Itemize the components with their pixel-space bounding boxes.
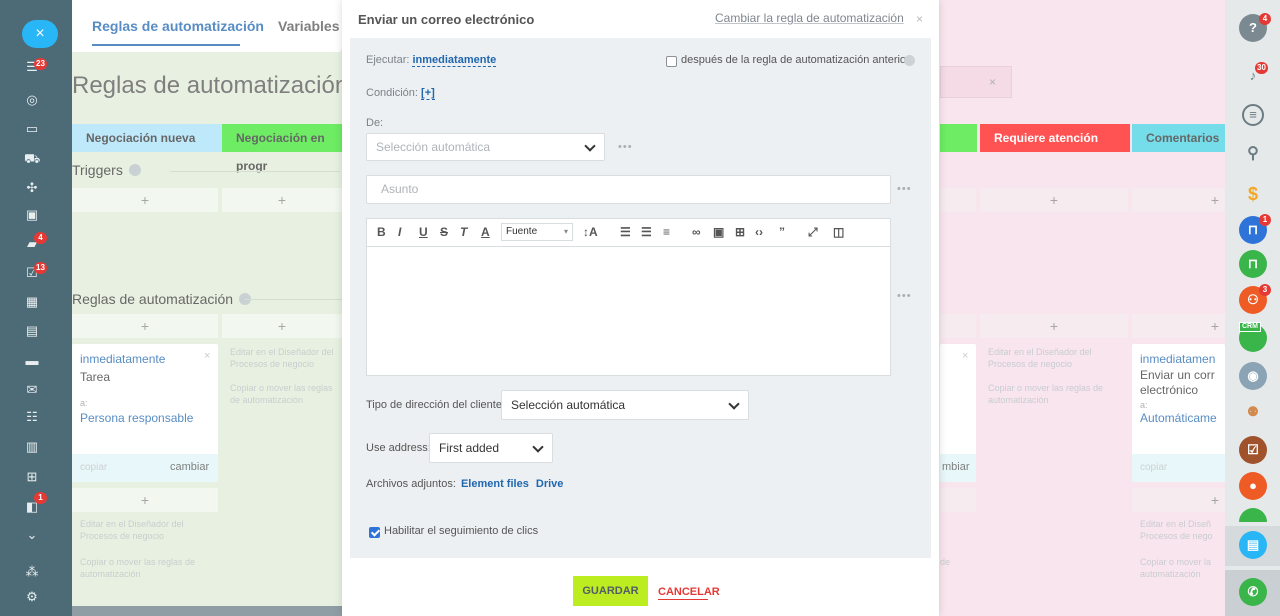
quote-icon[interactable]: ” [779,225,785,239]
save-button[interactable]: GUARDAR [573,576,648,606]
after-previous-checkbox[interactable] [666,56,677,67]
use-address-select[interactable]: First added [429,433,553,463]
tasks-badge: 23 [34,58,47,70]
clear-format-icon[interactable]: T [460,225,467,239]
message-body-editor[interactable] [366,246,891,376]
code-icon[interactable]: ‹› [755,225,763,239]
chevron-down-icon [584,140,596,152]
send-email-dialog: Enviar un correo electrónico Cambiar la … [342,0,939,616]
add-condition-link[interactable]: [+] [421,87,435,100]
strikethrough-icon[interactable]: S [440,225,448,239]
help-icon[interactable] [904,55,915,66]
left-sidebar: × ☰ 23 ◎ ▭ ⛟ ✣ ▣ ▰ 4 ☑ 13 ▦ ▤ ▬ ✉ ☷ ▥ ⊞ … [0,0,72,616]
messenger-icon[interactable]: ≡ [1242,104,1264,126]
settings-gear-icon[interactable]: ⚙ [24,590,40,604]
cart-icon[interactable]: ⛟ [24,152,40,166]
drive-link[interactable]: Drive [536,478,564,490]
condition-field: Condición: [+] [366,87,435,100]
notifications-badge: 30 [1255,62,1268,74]
chat-badge: 4 [34,232,47,244]
element-files-link[interactable]: Element files [461,478,529,490]
html-mode-icon[interactable]: ◫ [833,225,844,239]
italic-icon[interactable]: I [398,225,401,239]
subject-more-button[interactable]: ••• [897,183,912,195]
activity-icon[interactable]: ◎ [24,93,40,107]
contact-icon[interactable] [1239,508,1267,522]
execute-label: Ejecutar: [366,54,410,66]
click-tracking-label[interactable]: Habilitar el seguimiento de clics [384,525,538,537]
help-badge: 4 [1259,13,1271,25]
attachments-label: Archivos adjuntos: [366,478,456,490]
after-previous-label[interactable]: después de la regla de automatización an… [681,54,910,66]
lock-green-icon[interactable]: ⊓ [1239,250,1267,278]
font-select[interactable]: Fuente ▾ [501,223,573,241]
more-chevron-icon[interactable]: ⌄ [24,528,40,542]
crm-tag: CRM [1239,322,1261,332]
close-slider-button[interactable]: × [22,20,58,48]
person-icon[interactable]: ● [1239,472,1267,500]
dialog-title: Enviar un correo electrónico [358,12,535,27]
right-sidebar: ? 4 ♪ 30 ≡ ⚲ $ ⊓ 1 ⊓ ⚇ 3 CRM ◉ ⚉ ☑ ● ▤ ✆ [1225,0,1280,616]
underline-icon[interactable]: U [419,225,428,239]
phone-icon[interactable]: ✆ [1239,578,1267,606]
from-more-button[interactable]: ••• [618,141,633,153]
disk-icon[interactable]: ▤ [1239,531,1267,559]
document-icon[interactable]: ▤ [24,324,40,338]
attachments-field: Archivos adjuntos: Element files Drive [366,478,563,490]
cancel-underline [658,599,708,600]
image-icon[interactable]: ▣ [713,225,724,239]
apps-icon[interactable]: ⊞ [24,470,40,484]
click-tracking-checkbox[interactable] [369,527,380,538]
calendar-grid-icon[interactable]: ▦ [24,295,40,309]
cancel-button[interactable]: CANCELAR [658,586,720,598]
users-pair-avatar[interactable]: ⚉ [1239,398,1267,426]
execute-field: Ejecutar: inmediatamente [366,54,497,67]
editor-toolbar: B I U S T A Fuente ▾ ↕A ☰ ☰ ≡ ∞ ▣ ⊞ ‹› ” … [366,218,891,246]
window-icon[interactable]: ▭ [24,122,40,136]
calendar-icon[interactable]: ▣ [24,208,40,222]
from-select[interactable]: Selección automática [366,133,605,161]
execute-timing-link[interactable]: inmediatamente [412,54,497,67]
from-label: De: [366,117,384,129]
task-check-icon[interactable]: ☑ [1239,436,1267,464]
feed-badge: 13 [34,262,47,274]
puzzle-icon[interactable]: ✣ [24,181,40,195]
sitemap-icon[interactable]: ⁂ [24,565,40,579]
body-more-button[interactable]: ••• [897,290,912,302]
chevron-down-icon [532,441,544,453]
crm-badge: 1 [34,492,47,504]
link-icon[interactable]: ∞ [692,225,701,239]
drive-icon[interactable]: ▬ [24,354,40,368]
id-card-icon[interactable]: ▥ [24,440,40,454]
address-type-select[interactable]: Selección automática [501,390,749,420]
subject-input[interactable]: Asunto [366,175,891,204]
users-icon[interactable]: ☷ [24,410,40,424]
font-size-icon[interactable]: ↕A [583,225,598,239]
address-type-label: Tipo de dirección del cliente: [366,399,506,411]
text-color-icon[interactable]: A [481,225,490,239]
bullet-list-icon[interactable]: ☰ [641,225,652,239]
chevron-down-icon [728,398,740,410]
close-icon[interactable]: × [916,12,923,26]
ordered-list-icon[interactable]: ☰ [620,225,631,239]
lock-badge: 1 [1259,214,1271,226]
align-icon[interactable]: ≡ [663,225,670,239]
bold-icon[interactable]: B [377,225,386,239]
user-avatar[interactable]: ◉ [1239,362,1267,390]
group-badge: 3 [1259,284,1271,296]
search-icon[interactable]: ⚲ [1239,140,1267,168]
sales-dollar-icon[interactable]: $ [1239,180,1267,208]
use-address-label: Use address: [366,442,431,454]
fullscreen-icon[interactable]: ⤢ [808,225,818,240]
mail-icon[interactable]: ✉ [24,383,40,397]
condition-label: Condición: [366,87,418,99]
change-rule-link[interactable]: Cambiar la regla de automatización [715,11,904,25]
table-icon[interactable]: ⊞ [735,225,745,239]
